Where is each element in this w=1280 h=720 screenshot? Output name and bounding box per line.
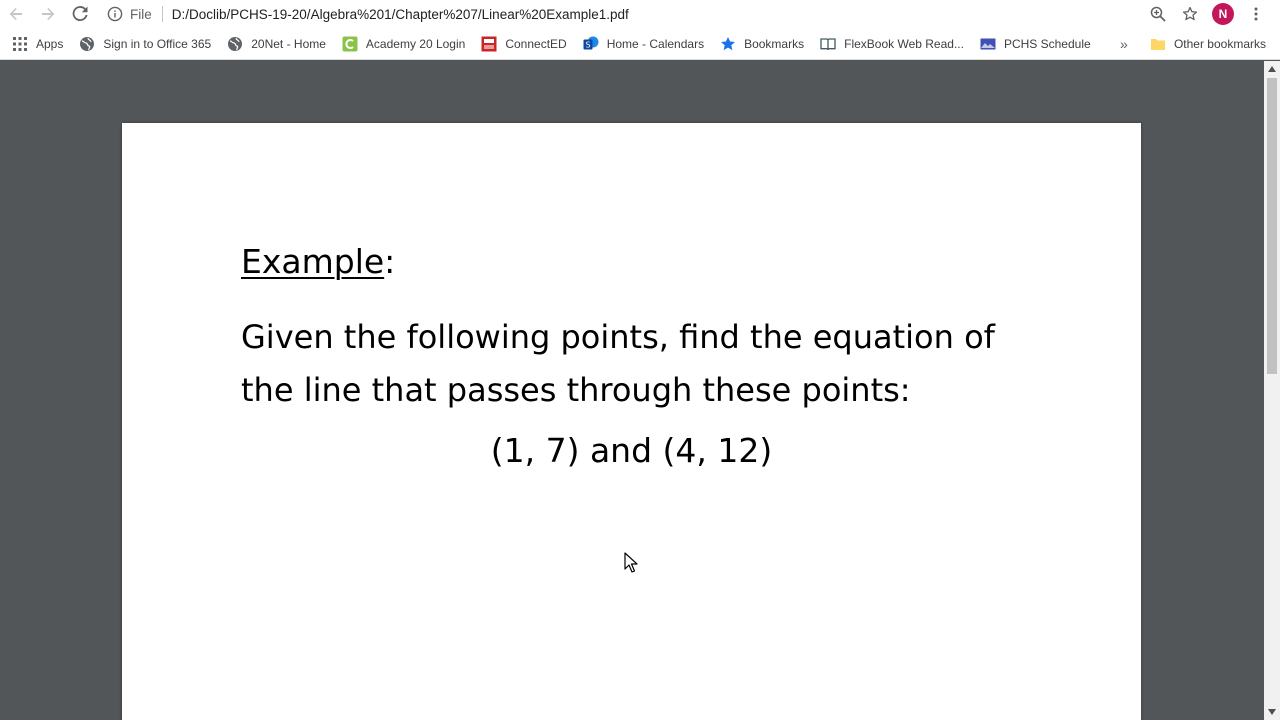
pdf-page: Example: Given the following points, fin… — [122, 123, 1141, 720]
bookmark-star-button[interactable] — [1174, 0, 1206, 28]
problem-line-1: Given the following points, find the equ… — [241, 318, 995, 356]
zoom-icon — [1150, 6, 1166, 22]
address-bar[interactable]: File D:/Doclib/PCHS-19-20/Algebra%201/Ch… — [98, 1, 1142, 27]
url-scheme: File — [130, 6, 152, 22]
bookmark-apps[interactable]: Apps — [0, 30, 71, 58]
scroll-thumb[interactable] — [1267, 78, 1277, 374]
scroll-down-button[interactable] — [1264, 704, 1280, 720]
bookmark-office365[interactable]: Sign in to Office 365 — [71, 30, 219, 58]
bookmark-20net[interactable]: 20Net - Home — [219, 30, 334, 58]
mouse-cursor-icon — [624, 552, 638, 573]
bookmark-other[interactable]: Other bookmarks — [1136, 30, 1280, 58]
bookmark-flexbook[interactable]: FlexBook Web Read... — [812, 30, 972, 58]
profile-avatar[interactable]: N — [1212, 3, 1234, 25]
scroll-up-button[interactable] — [1264, 61, 1280, 77]
info-icon[interactable] — [106, 5, 124, 23]
schedule-icon — [980, 36, 996, 52]
more-vert-icon — [1254, 7, 1258, 21]
bookmark-label: Sign in to Office 365 — [103, 36, 212, 51]
triangle-up-icon — [1268, 66, 1276, 72]
star-icon — [720, 36, 736, 52]
example-heading: Example: — [241, 245, 395, 278]
connected-icon — [481, 36, 497, 52]
bookmark-label: Other bookmarks — [1173, 36, 1266, 51]
bookmark-connected[interactable]: ConnectED — [473, 30, 574, 58]
forward-button[interactable] — [32, 0, 64, 28]
bookmark-label: 20Net - Home — [251, 36, 326, 51]
bookmark-label: PCHS Schedule — [1003, 36, 1091, 51]
example-heading-colon: : — [384, 242, 396, 281]
url-text[interactable]: D:/Doclib/PCHS-19-20/Algebra%201/Chapter… — [172, 7, 629, 22]
star-outline-icon — [1182, 6, 1198, 21]
example-heading-word: Example — [241, 242, 385, 281]
problem-line-2: the line that passes through these point… — [241, 371, 911, 409]
bookmark-academy20[interactable]: Academy 20 Login — [334, 30, 473, 58]
arrow-right-icon — [42, 8, 55, 20]
folder-icon — [1150, 36, 1166, 52]
bookmarks-overflow-button[interactable]: » — [1112, 36, 1136, 52]
url-separator — [161, 6, 163, 22]
bookmark-calendars[interactable]: S Home - Calendars — [575, 30, 712, 58]
bookmark-label: Home - Calendars — [606, 36, 705, 51]
bookmarks-bar: Apps Sign in to Office 365 20Net - Home … — [0, 28, 1280, 60]
svg-text:S: S — [585, 40, 590, 49]
sharepoint-icon: S — [583, 36, 599, 52]
bookmark-pchs-schedule[interactable]: PCHS Schedule — [972, 30, 1099, 58]
bookmark-label: Academy 20 Login — [365, 36, 466, 51]
book-icon — [820, 36, 836, 52]
back-button[interactable] — [0, 0, 32, 28]
apps-grid-icon — [12, 36, 28, 52]
zoom-button[interactable] — [1142, 0, 1174, 28]
arrow-left-icon — [9, 8, 22, 20]
pdf-viewer[interactable]: Example: Given the following points, fin… — [0, 61, 1264, 720]
problem-statement: Given the following points, find the equ… — [241, 311, 1061, 417]
triangle-down-icon — [1268, 709, 1276, 715]
given-points: (1, 7) and (4, 12) — [490, 431, 773, 470]
bookmark-label: Apps — [36, 36, 64, 51]
bookmark-label: ConnectED — [505, 36, 567, 51]
menu-button[interactable] — [1240, 0, 1272, 28]
vertical-scrollbar[interactable] — [1264, 61, 1280, 720]
academy-icon — [342, 36, 358, 52]
reload-button[interactable] — [64, 0, 96, 28]
bookmark-label: FlexBook Web Read... — [844, 36, 964, 51]
bookmark-label: Bookmarks — [744, 36, 805, 51]
browser-toolbar: File D:/Doclib/PCHS-19-20/Algebra%201/Ch… — [0, 0, 1280, 28]
reload-icon — [72, 6, 88, 22]
globe-icon — [227, 36, 243, 52]
bookmark-bookmarks[interactable]: Bookmarks — [712, 30, 812, 58]
globe-icon — [79, 36, 95, 52]
